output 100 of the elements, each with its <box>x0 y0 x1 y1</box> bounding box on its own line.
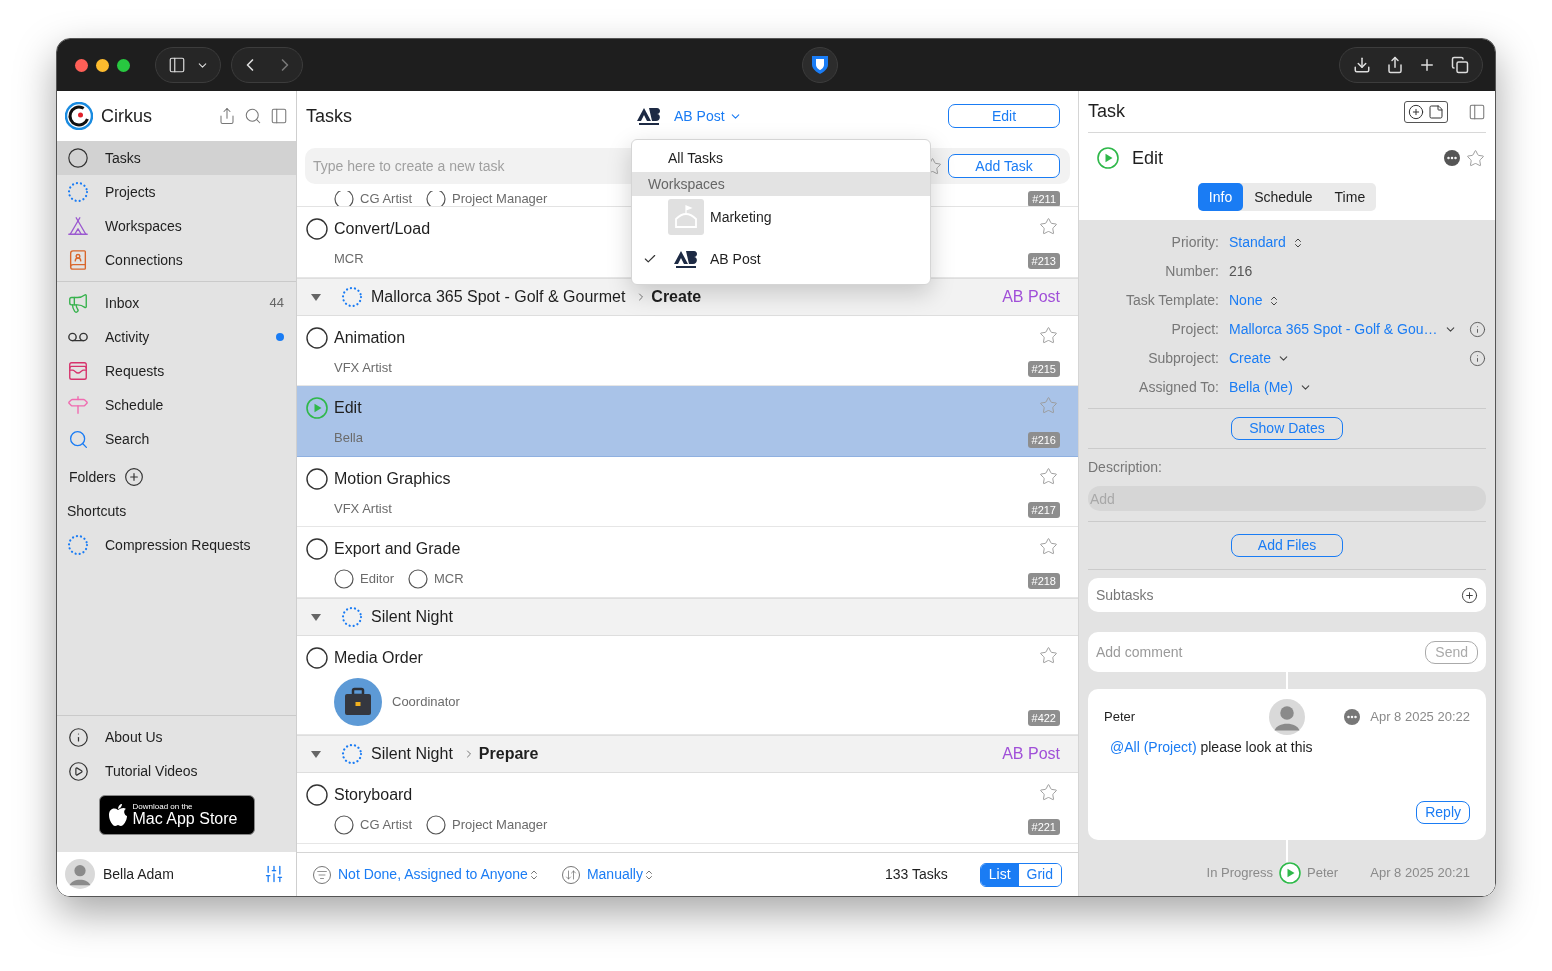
star-icon[interactable] <box>1466 148 1485 168</box>
task-number: #216 <box>1027 431 1060 448</box>
sidebar-item[interactable]: Tutorial Videos <box>57 754 296 788</box>
sidebar-item[interactable]: Tasks <box>57 141 296 175</box>
checkbox-circle-icon[interactable] <box>306 218 328 240</box>
sidebar-item[interactable]: Workspaces <box>57 209 296 243</box>
info-icon[interactable] <box>1469 350 1486 367</box>
circle-icon <box>67 147 89 169</box>
project-name: Mallorca 365 Spot - Golf & Gourmet <box>371 286 626 307</box>
star-icon[interactable] <box>1039 466 1058 486</box>
more-icon[interactable] <box>1344 709 1361 725</box>
search-icon[interactable] <box>244 107 262 125</box>
apple-icon <box>107 803 128 827</box>
star-icon[interactable] <box>1039 537 1058 556</box>
sidebar-item[interactable]: Inbox 44 <box>57 286 296 320</box>
sidebar-item[interactable]: Search <box>57 422 296 456</box>
assignee-role: Project Manager <box>452 816 548 835</box>
mention-link[interactable]: @All (Project) <box>1110 739 1197 755</box>
workspace-logo-icon <box>636 106 662 126</box>
assignee-role: CG Artist <box>360 816 412 835</box>
download-icon[interactable] <box>1353 56 1372 74</box>
dotted-circle-icon <box>67 181 89 203</box>
sidebar-menu-button[interactable] <box>155 47 221 83</box>
share-icon[interactable] <box>1385 56 1404 74</box>
sidebar-item[interactable]: About Us <box>57 720 296 754</box>
star-icon[interactable] <box>1039 325 1058 345</box>
reply-button[interactable]: Reply <box>1416 801 1470 824</box>
tab[interactable]: Schedule <box>1243 183 1324 211</box>
app-store-badge[interactable]: Download on the Mac App Store <box>98 795 255 835</box>
disclosure-triangle-icon[interactable] <box>311 749 321 759</box>
sidebar-item[interactable]: Schedule <box>57 388 296 422</box>
megaphone-icon <box>67 292 89 314</box>
task-title: Convert/Load <box>334 219 431 239</box>
assignee-role: CG Artist <box>360 191 412 206</box>
sidebar-toggle-icon[interactable] <box>270 107 288 125</box>
sidebar-item[interactable]: Connections <box>57 243 296 277</box>
edit-button[interactable]: Edit <box>948 104 1060 128</box>
view-tab[interactable]: List <box>980 863 1019 886</box>
menu-item[interactable]: Marketing <box>632 196 930 238</box>
signpost-icon <box>67 394 89 416</box>
dotted-circle-icon <box>67 534 89 556</box>
shield-button[interactable] <box>802 47 838 83</box>
disclosure-triangle-icon[interactable] <box>311 612 321 622</box>
project-icon <box>341 606 363 628</box>
checkbox-circle-icon[interactable] <box>306 326 328 349</box>
play-status-icon[interactable] <box>1097 147 1119 169</box>
disclosure-triangle-icon[interactable] <box>311 291 321 302</box>
star-icon[interactable] <box>1039 783 1058 802</box>
task-row[interactable]: Motion Graphics VFX Artist #217 <box>297 456 1078 527</box>
menu-section-header: Workspaces <box>632 172 930 196</box>
menu-item[interactable]: AB Post <box>632 238 930 280</box>
author-avatar <box>1269 699 1305 735</box>
task-row[interactable]: Edit Bella #216 <box>297 386 1078 457</box>
project-group-header[interactable]: Silent Night Prepare AB Post <box>297 735 1078 773</box>
sidebar-item[interactable]: Requests <box>57 354 296 388</box>
role-circle-icon <box>426 815 446 835</box>
checkbox-circle-icon[interactable] <box>306 647 328 669</box>
task-number: #213 <box>1027 252 1060 269</box>
checkbox-circle-icon[interactable] <box>306 538 328 560</box>
info-icon[interactable] <box>1469 321 1486 338</box>
star-icon[interactable] <box>1039 217 1058 236</box>
star-icon[interactable] <box>1039 646 1058 665</box>
assignee-role: Project Manager <box>452 191 548 206</box>
menu-item[interactable]: All Tasks <box>632 144 930 172</box>
task-title: Export and Grade <box>334 539 461 559</box>
sidebar-item[interactable]: Projects <box>57 175 296 209</box>
sliders-icon[interactable] <box>264 864 284 884</box>
add-folder-icon[interactable] <box>123 467 144 487</box>
task-number: #221 <box>1027 819 1060 835</box>
add-subtask-icon[interactable] <box>1461 586 1478 604</box>
field-label: Assigned To: <box>1138 378 1219 397</box>
briefcase-avatar-icon <box>334 678 382 726</box>
assignee-role: Editor <box>360 570 394 589</box>
filter-dropdown[interactable]: Not Done, Assigned to Anyone <box>338 864 540 885</box>
zoom-button[interactable] <box>117 58 130 72</box>
task-row[interactable]: Storyboard CG Artist Project Manager #221 <box>297 773 1078 844</box>
unread-count: 44 <box>269 294 284 313</box>
tabs-icon[interactable] <box>1450 56 1469 74</box>
cards-icon <box>67 360 89 382</box>
sidebar-toggle-icon[interactable] <box>1468 102 1486 121</box>
tab[interactable]: Time <box>1323 183 1377 211</box>
tab[interactable]: Info <box>1197 183 1244 211</box>
add-task-button[interactable]: Add Task <box>948 154 1060 178</box>
checkbox-circle-icon[interactable] <box>306 784 328 806</box>
field-label: Task Template: <box>1124 291 1219 310</box>
sidebar-item[interactable]: Activity <box>57 320 296 354</box>
note-icon[interactable] <box>1428 103 1444 120</box>
minimize-button[interactable] <box>96 58 109 72</box>
close-button[interactable] <box>75 58 88 72</box>
sidebar-item[interactable]: Compression Requests <box>57 528 296 562</box>
more-icon[interactable] <box>1444 150 1460 166</box>
role-circle-icon <box>407 569 428 589</box>
checkbox-circle-icon[interactable] <box>306 467 328 490</box>
project-name: Silent Night <box>371 607 453 627</box>
workspace-filter-dropdown[interactable]: AB Post <box>674 105 742 127</box>
project-group-header[interactable]: Silent Night <box>297 598 1078 636</box>
star-icon[interactable] <box>1039 396 1058 415</box>
sort-dropdown[interactable]: Manually <box>586 864 655 885</box>
play-status-icon[interactable] <box>1279 862 1301 884</box>
add-icon[interactable] <box>1408 103 1424 120</box>
